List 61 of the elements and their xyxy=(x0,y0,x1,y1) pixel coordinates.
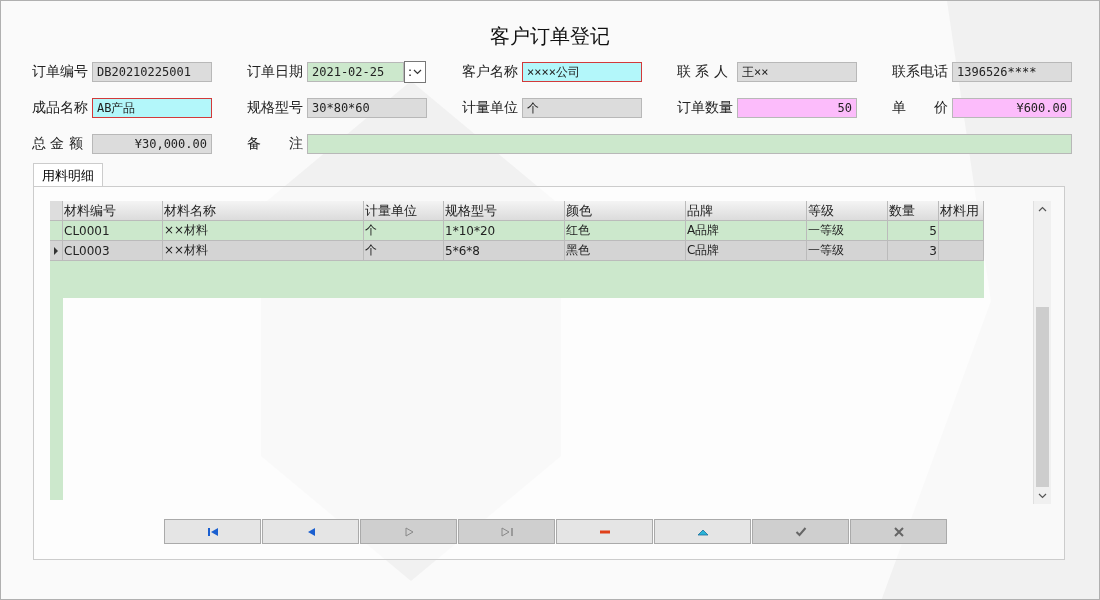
table-cell: 一等级 xyxy=(808,222,844,239)
table-cell: CL0003 xyxy=(64,243,110,258)
field-label: 联系电话 xyxy=(892,63,949,81)
table-cell: 红色 xyxy=(566,222,590,239)
table-row[interactable]: CL0003 ××材料 个 5*6*8 黑色 C品牌 一等级 3 xyxy=(50,241,984,261)
tab[interactable]: 用料明细 xyxy=(33,163,103,186)
header-corner xyxy=(50,201,63,221)
scrollbar[interactable] xyxy=(1033,201,1051,504)
navigator-button[interactable] xyxy=(556,519,653,544)
table-cell: A品牌 xyxy=(687,222,720,239)
table-row[interactable]: CL0001 ××材料 个 1*10*20 红色 A品牌 一等级 5 xyxy=(50,221,984,241)
table-cell: 黑色 xyxy=(566,242,590,259)
input-field[interactable]: 个 xyxy=(522,98,642,118)
input-field[interactable]: 30*80*60 xyxy=(307,98,427,118)
close-icon xyxy=(892,526,905,537)
field-label: 计量单位 xyxy=(462,99,519,117)
input-field[interactable]: ¥30,000.00 xyxy=(92,134,212,154)
field-label: 备 注 xyxy=(247,135,304,153)
table-cell: ××材料 xyxy=(164,222,209,239)
table-cell: C品牌 xyxy=(687,242,720,259)
table-cell: 1*10*20 xyxy=(445,223,496,238)
checkmark-icon xyxy=(794,526,807,537)
triangle-right-icon xyxy=(402,526,415,537)
navigator-button[interactable] xyxy=(654,519,751,544)
input-field[interactable]: AB产品 xyxy=(92,98,212,118)
dropdown-button[interactable]: : xyxy=(404,61,426,83)
field-label: 订单日期 xyxy=(247,63,304,81)
navigator-button[interactable] xyxy=(164,519,261,544)
row-pointer-icon xyxy=(54,246,58,255)
input-field[interactable] xyxy=(307,134,1072,154)
field-label: 订单数量 xyxy=(677,99,734,117)
table-cell: 个 xyxy=(365,242,377,259)
table-cell: 个 xyxy=(365,222,377,239)
skip-start-icon xyxy=(206,526,219,537)
scroll-down-icon[interactable] xyxy=(1038,493,1047,499)
table-cell: 一等级 xyxy=(808,242,844,259)
field-label: 成品名称 xyxy=(32,99,89,117)
scroll-thumb[interactable] xyxy=(1036,307,1049,487)
input-field[interactable]: 1396526**** xyxy=(952,62,1072,82)
table-cell: ××材料 xyxy=(164,242,209,259)
navigator-button[interactable] xyxy=(262,519,359,544)
scroll-up-icon[interactable] xyxy=(1038,206,1047,212)
table-cell: 3 xyxy=(929,243,937,258)
input-field[interactable]: ¥600.00 xyxy=(952,98,1072,118)
window-title: 客户订单登记 xyxy=(489,23,611,50)
skip-end-icon xyxy=(500,526,513,537)
input-field[interactable]: ××××公司 xyxy=(522,62,642,82)
table-cell: CL0001 xyxy=(64,223,110,238)
input-field[interactable]: 王×× xyxy=(737,62,857,82)
table-cell: 5*6*8 xyxy=(445,243,480,258)
caret-icon xyxy=(413,69,422,75)
field-label: 客户名称 xyxy=(462,63,519,81)
field-label: 规格型号 xyxy=(247,99,304,117)
input-field[interactable]: DB20210225001 xyxy=(92,62,212,82)
field-label: 单 价 xyxy=(892,99,949,117)
field-label: 订单编号 xyxy=(32,63,89,81)
field-label: 联 系 人 xyxy=(677,63,729,81)
input-field[interactable]: 2021-02-25 xyxy=(307,62,404,82)
field-label: 总 金 额 xyxy=(32,135,84,153)
table-cell: 5 xyxy=(929,223,937,238)
input-field[interactable]: 50 xyxy=(737,98,857,118)
